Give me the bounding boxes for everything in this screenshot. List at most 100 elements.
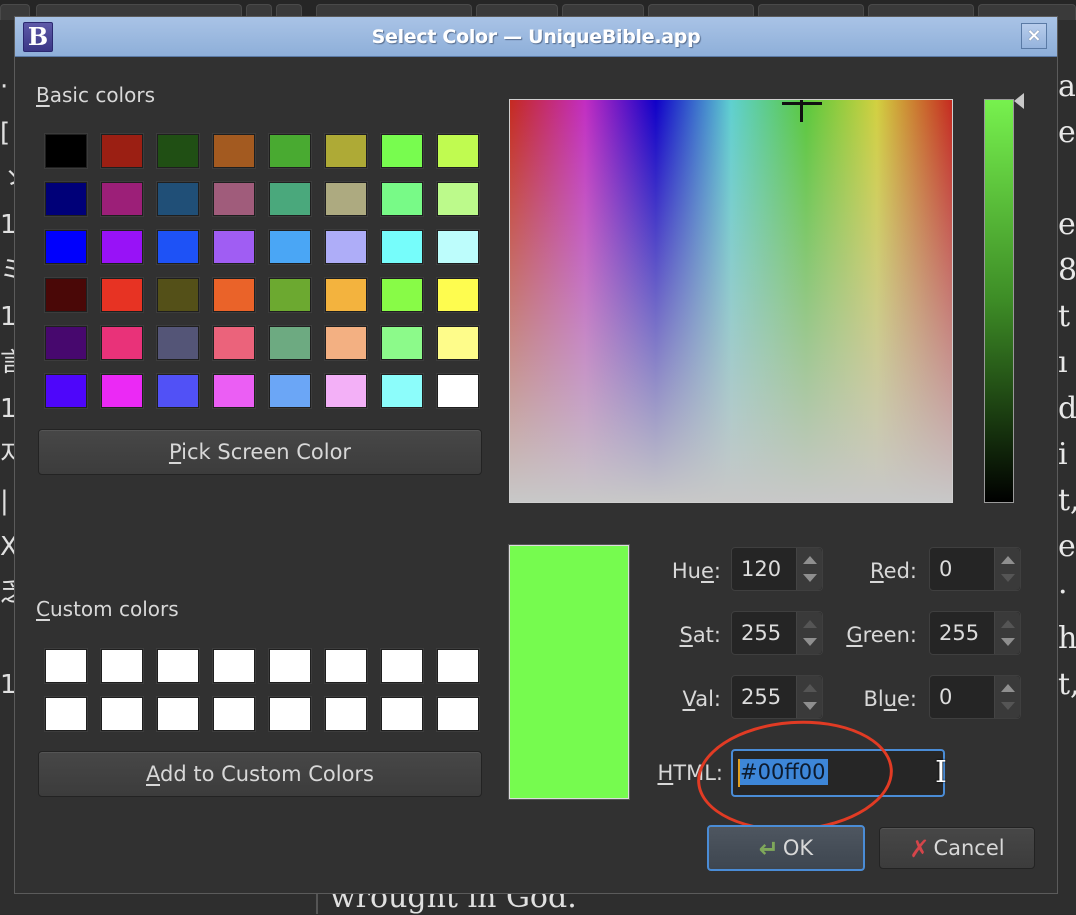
background-text-right: ae e8tıdit,e·ht, xyxy=(1058,64,1076,708)
basic-color-swatch[interactable] xyxy=(45,134,87,168)
basic-color-swatch[interactable] xyxy=(381,326,423,360)
custom-color-swatch[interactable] xyxy=(325,697,367,731)
basic-color-swatch[interactable] xyxy=(213,182,255,216)
basic-color-swatch[interactable] xyxy=(381,182,423,216)
arrow-down-icon[interactable] xyxy=(1001,702,1015,710)
hue-saturation-picker[interactable] xyxy=(509,99,953,503)
basic-color-swatch[interactable] xyxy=(381,374,423,408)
basic-color-swatch[interactable] xyxy=(437,182,479,216)
basic-color-swatch[interactable] xyxy=(269,278,311,312)
custom-color-swatch[interactable] xyxy=(157,697,199,731)
basic-color-swatch[interactable] xyxy=(437,374,479,408)
red-value[interactable]: 0 xyxy=(939,557,952,581)
basic-color-swatch[interactable] xyxy=(269,230,311,264)
basic-color-swatch[interactable] xyxy=(213,326,255,360)
basic-color-swatch[interactable] xyxy=(45,278,87,312)
custom-color-swatch[interactable] xyxy=(213,649,255,683)
title-bar[interactable]: B Select Color — UniqueBible.app × xyxy=(15,17,1057,57)
basic-color-swatch[interactable] xyxy=(269,182,311,216)
basic-color-swatch[interactable] xyxy=(101,182,143,216)
close-button[interactable]: × xyxy=(1021,23,1047,49)
basic-color-swatch[interactable] xyxy=(325,134,367,168)
ok-button[interactable]: ↵OK xyxy=(707,825,865,871)
basic-color-swatch[interactable] xyxy=(325,326,367,360)
background-text-fragment: t, xyxy=(1058,662,1076,708)
basic-color-swatch[interactable] xyxy=(213,230,255,264)
basic-color-swatch[interactable] xyxy=(101,374,143,408)
value-slider-handle-icon[interactable] xyxy=(1014,93,1024,109)
arrow-down-icon[interactable] xyxy=(1001,574,1015,582)
basic-color-swatch[interactable] xyxy=(437,134,479,168)
arrow-up-icon[interactable] xyxy=(1001,684,1015,692)
basic-color-swatch[interactable] xyxy=(45,374,87,408)
html-color-value-selected[interactable]: #00ff00 xyxy=(738,759,828,785)
basic-color-swatch[interactable] xyxy=(101,326,143,360)
basic-color-swatch[interactable] xyxy=(45,182,87,216)
basic-color-swatch[interactable] xyxy=(437,230,479,264)
basic-color-swatch[interactable] xyxy=(381,134,423,168)
basic-color-swatch[interactable] xyxy=(101,134,143,168)
custom-color-swatch[interactable] xyxy=(157,649,199,683)
basic-color-swatch[interactable] xyxy=(213,134,255,168)
basic-color-swatch[interactable] xyxy=(213,278,255,312)
basic-color-swatch[interactable] xyxy=(45,230,87,264)
custom-color-swatch[interactable] xyxy=(437,649,479,683)
custom-color-swatch[interactable] xyxy=(325,649,367,683)
basic-color-swatch[interactable] xyxy=(157,278,199,312)
basic-color-swatch[interactable] xyxy=(101,230,143,264)
basic-color-swatch[interactable] xyxy=(269,374,311,408)
green-spinbox[interactable]: 255 xyxy=(929,611,1021,655)
pick-screen-color-button[interactable]: Pick Screen Color xyxy=(38,429,482,475)
red-spinbox[interactable]: 0 xyxy=(929,547,1021,591)
basic-color-swatch[interactable] xyxy=(325,374,367,408)
basic-color-swatch[interactable] xyxy=(101,278,143,312)
green-value[interactable]: 255 xyxy=(939,621,979,645)
green-stepper[interactable] xyxy=(994,612,1020,654)
basic-color-swatch[interactable] xyxy=(157,326,199,360)
basic-color-swatch[interactable] xyxy=(437,326,479,360)
custom-color-swatch[interactable] xyxy=(101,697,143,731)
val-value[interactable]: 255 xyxy=(741,685,781,709)
basic-color-swatch[interactable] xyxy=(325,278,367,312)
html-color-input[interactable]: #00ff00 xyxy=(731,749,945,797)
blue-value[interactable]: 0 xyxy=(939,685,952,709)
background-text-fragment: · xyxy=(1058,570,1076,616)
background-divider xyxy=(316,893,318,914)
arrow-down-icon[interactable] xyxy=(1001,638,1015,646)
basic-color-swatch[interactable] xyxy=(157,374,199,408)
add-to-custom-colors-button[interactable]: Add to Custom Colors xyxy=(38,751,482,797)
custom-color-swatch[interactable] xyxy=(381,697,423,731)
basic-color-swatch[interactable] xyxy=(157,134,199,168)
background-text-fragment: t xyxy=(1058,294,1076,340)
basic-color-swatch[interactable] xyxy=(437,278,479,312)
basic-color-swatch[interactable] xyxy=(325,230,367,264)
basic-color-swatch[interactable] xyxy=(381,230,423,264)
red-stepper[interactable] xyxy=(994,548,1020,590)
value-slider[interactable] xyxy=(984,99,1014,503)
basic-color-swatch[interactable] xyxy=(45,326,87,360)
custom-color-swatch[interactable] xyxy=(381,649,423,683)
blue-stepper[interactable] xyxy=(994,676,1020,718)
hue-value[interactable]: 120 xyxy=(741,557,781,581)
blue-spinbox[interactable]: 0 xyxy=(929,675,1021,719)
basic-color-swatch[interactable] xyxy=(269,326,311,360)
basic-color-swatch[interactable] xyxy=(157,182,199,216)
basic-color-swatch[interactable] xyxy=(213,374,255,408)
arrow-up-icon[interactable] xyxy=(1001,556,1015,564)
custom-color-swatch[interactable] xyxy=(437,697,479,731)
custom-color-swatch[interactable] xyxy=(45,649,87,683)
custom-color-swatch[interactable] xyxy=(269,649,311,683)
basic-color-swatch[interactable] xyxy=(381,278,423,312)
basic-color-swatch[interactable] xyxy=(325,182,367,216)
sat-value[interactable]: 255 xyxy=(741,621,781,645)
red-label: Red: xyxy=(805,559,917,583)
custom-color-swatch[interactable] xyxy=(213,697,255,731)
arrow-up-icon[interactable] xyxy=(1001,620,1015,628)
custom-color-swatch[interactable] xyxy=(101,649,143,683)
basic-color-swatch[interactable] xyxy=(269,134,311,168)
custom-color-swatch[interactable] xyxy=(45,697,87,731)
cancel-button[interactable]: ✗Cancel xyxy=(879,827,1035,869)
cancel-label: Cancel xyxy=(933,836,1004,860)
custom-color-swatch[interactable] xyxy=(269,697,311,731)
basic-color-swatch[interactable] xyxy=(157,230,199,264)
